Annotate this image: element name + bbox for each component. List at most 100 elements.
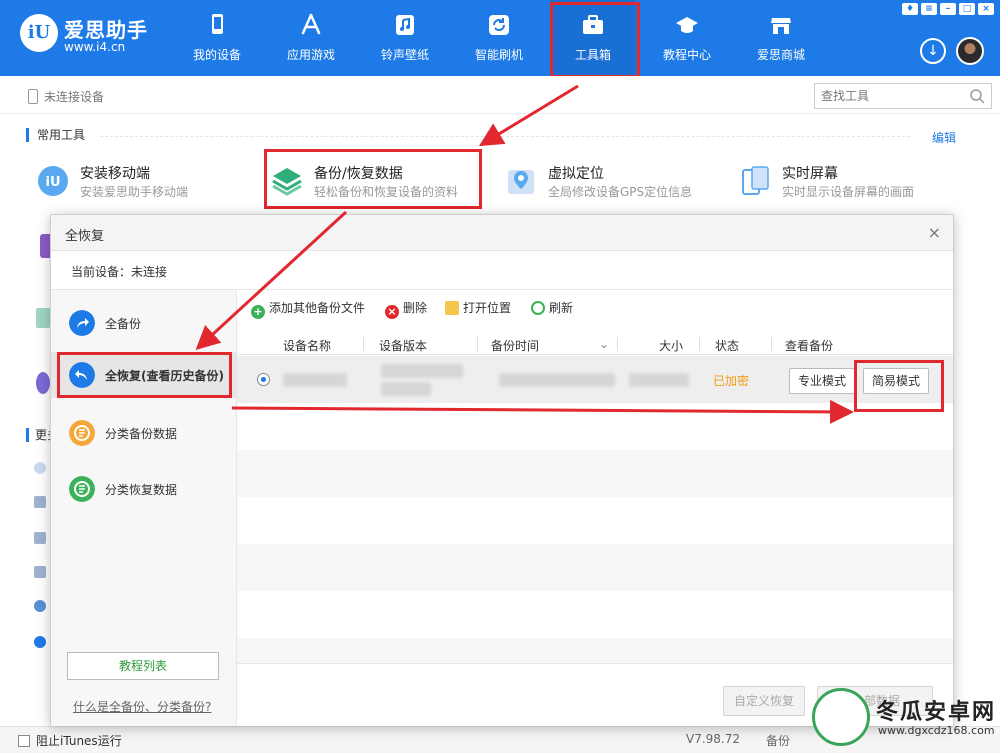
nav-apps-games[interactable]: 应用游戏 [268,0,354,76]
table-row [237,591,953,638]
annotation-box-easy-mode [854,360,944,412]
nav-label: 教程中心 [662,48,711,62]
backup-table-header: 设备名称 设备版本 备份时间 ⌄ 大小 状态 查看备份 [237,333,953,355]
nav-label: 爱思商城 [756,48,805,62]
music-icon [396,15,414,35]
column-size[interactable]: 大小 [659,337,683,354]
shield-mini-icon [34,636,46,648]
i4-app-icon: iU [38,166,68,196]
download-icon[interactable]: ↓ [920,38,946,64]
menu-icon[interactable]: ≡ [921,3,937,15]
checkbox-icon[interactable] [18,735,30,747]
column-divider [617,337,618,351]
column-device-version[interactable]: 设备版本 [379,337,427,354]
refresh-icon [531,301,545,315]
share-arrow-icon [69,310,95,336]
close-icon[interactable]: × [928,223,941,242]
divider [100,136,910,137]
table-row [237,403,953,450]
green-tool-icon [36,308,50,328]
plus-icon: + [251,305,265,319]
sidebar-item-full-backup[interactable]: 全备份 [51,300,237,346]
nav-tutorial-center[interactable]: 教程中心 [644,0,730,76]
maximize-icon[interactable]: □ [959,3,975,15]
nav-i4-store[interactable]: 爱思商城 [738,0,824,76]
block-itunes-label: 阻止iTunes运行 [36,734,122,748]
delete-button[interactable]: × 删除 [385,299,427,319]
nav-label: 铃声壁纸 [380,48,429,62]
close-icon[interactable]: × [978,3,994,15]
tool-name: 虚拟定位 [548,166,604,182]
box-icon [34,496,46,508]
nav-label: 应用游戏 [286,48,335,62]
annotation-box-toolbox [550,2,640,78]
store-icon [771,18,791,34]
delete-icon: × [385,305,399,319]
phone-outline-icon [28,89,38,104]
status-badge: 已加密 [713,374,750,388]
phone-icon [212,14,223,34]
avatar[interactable] [956,37,984,65]
block-itunes-checkbox[interactable]: 阻止iTunes运行 [18,732,122,749]
dialog-title: 全恢复 [65,229,105,244]
current-device: 当前设备：未连接 [71,265,168,279]
column-view-backup[interactable]: 查看备份 [785,337,833,354]
refresh-button[interactable]: 刷新 [531,299,573,316]
column-backup-time[interactable]: 备份时间 [491,337,539,354]
tool-search[interactable] [814,83,992,109]
sort-chevron-icon[interactable]: ⌄ [599,337,609,351]
open-location-button[interactable]: 打开位置 [445,299,511,316]
graduation-cap-icon [676,17,698,33]
sidebar-label: 分类备份数据 [105,427,178,441]
tool-name: 安装移动端 [80,166,150,182]
add-backup-button[interactable]: + 添加其他备份文件 [251,299,365,319]
toolbar-label: 打开位置 [463,301,512,315]
column-divider [699,337,700,351]
custom-restore-button[interactable]: 自定义恢复 [723,686,806,716]
sidebar-label: 分类恢复数据 [105,483,178,497]
pro-mode-button[interactable]: 专业模式 [789,368,856,394]
annotation-box-full-restore [57,352,232,398]
redacted-device-version [381,364,463,378]
nav-smart-flash[interactable]: 智能刷机 [456,0,542,76]
top-navigation-bar: iU 爱思助手 www.i4.cn 我的设备 应用游戏 铃声壁纸 智能刷机 工具… [0,0,1000,76]
nav-ringtones-wallpapers[interactable]: 铃声壁纸 [362,0,448,76]
nav-label: 智能刷机 [474,48,523,62]
search-icon[interactable] [969,88,985,104]
redacted-device-name [283,373,347,387]
skin-icon[interactable]: ♦ [902,3,918,15]
annotation-box-backup [264,149,482,209]
sidebar-label: 全备份 [105,317,142,331]
tutorial-list-button[interactable]: 教程列表 [67,652,219,680]
device-status-text: 未连接设备 [44,90,105,104]
tool-desc: 全局修改设备GPS定位信息 [548,185,693,199]
table-row [237,497,953,544]
toolbar-label: 刷新 [549,301,574,315]
category-restore-icon [69,476,95,502]
column-device-name[interactable]: 设备名称 [283,337,331,354]
redacted-device-version [381,382,431,396]
column-divider [477,337,478,351]
svg-text:iU: iU [45,175,60,190]
violet-tool-icon [36,372,50,394]
table-row[interactable]: 已加密 专业模式 简易模式 [237,356,953,403]
column-divider [771,337,772,351]
refresh-icon [489,15,509,35]
sidebar-item-category-backup[interactable]: 分类备份数据 [51,410,237,456]
table-row [237,450,953,497]
redacted-backup-time [499,373,615,387]
sidebar-item-category-restore[interactable]: 分类恢复数据 [51,466,237,512]
column-divider [363,337,364,351]
edit-icon [34,532,46,544]
toolbar-label: 添加其他备份文件 [269,301,366,315]
minimize-icon[interactable]: – [940,3,956,15]
watermark-logo-icon [812,688,870,746]
search-input[interactable] [815,84,955,108]
map-pin-icon [508,170,534,194]
row-radio[interactable] [257,373,270,386]
nav-my-device[interactable]: 我的设备 [174,0,260,76]
backup-faq-link[interactable]: 什么是全备份、分类备份? [73,698,211,715]
device-status: 未连接设备 [28,88,104,105]
column-status[interactable]: 状态 [715,337,739,354]
edit-link[interactable]: 编辑 [932,129,956,146]
